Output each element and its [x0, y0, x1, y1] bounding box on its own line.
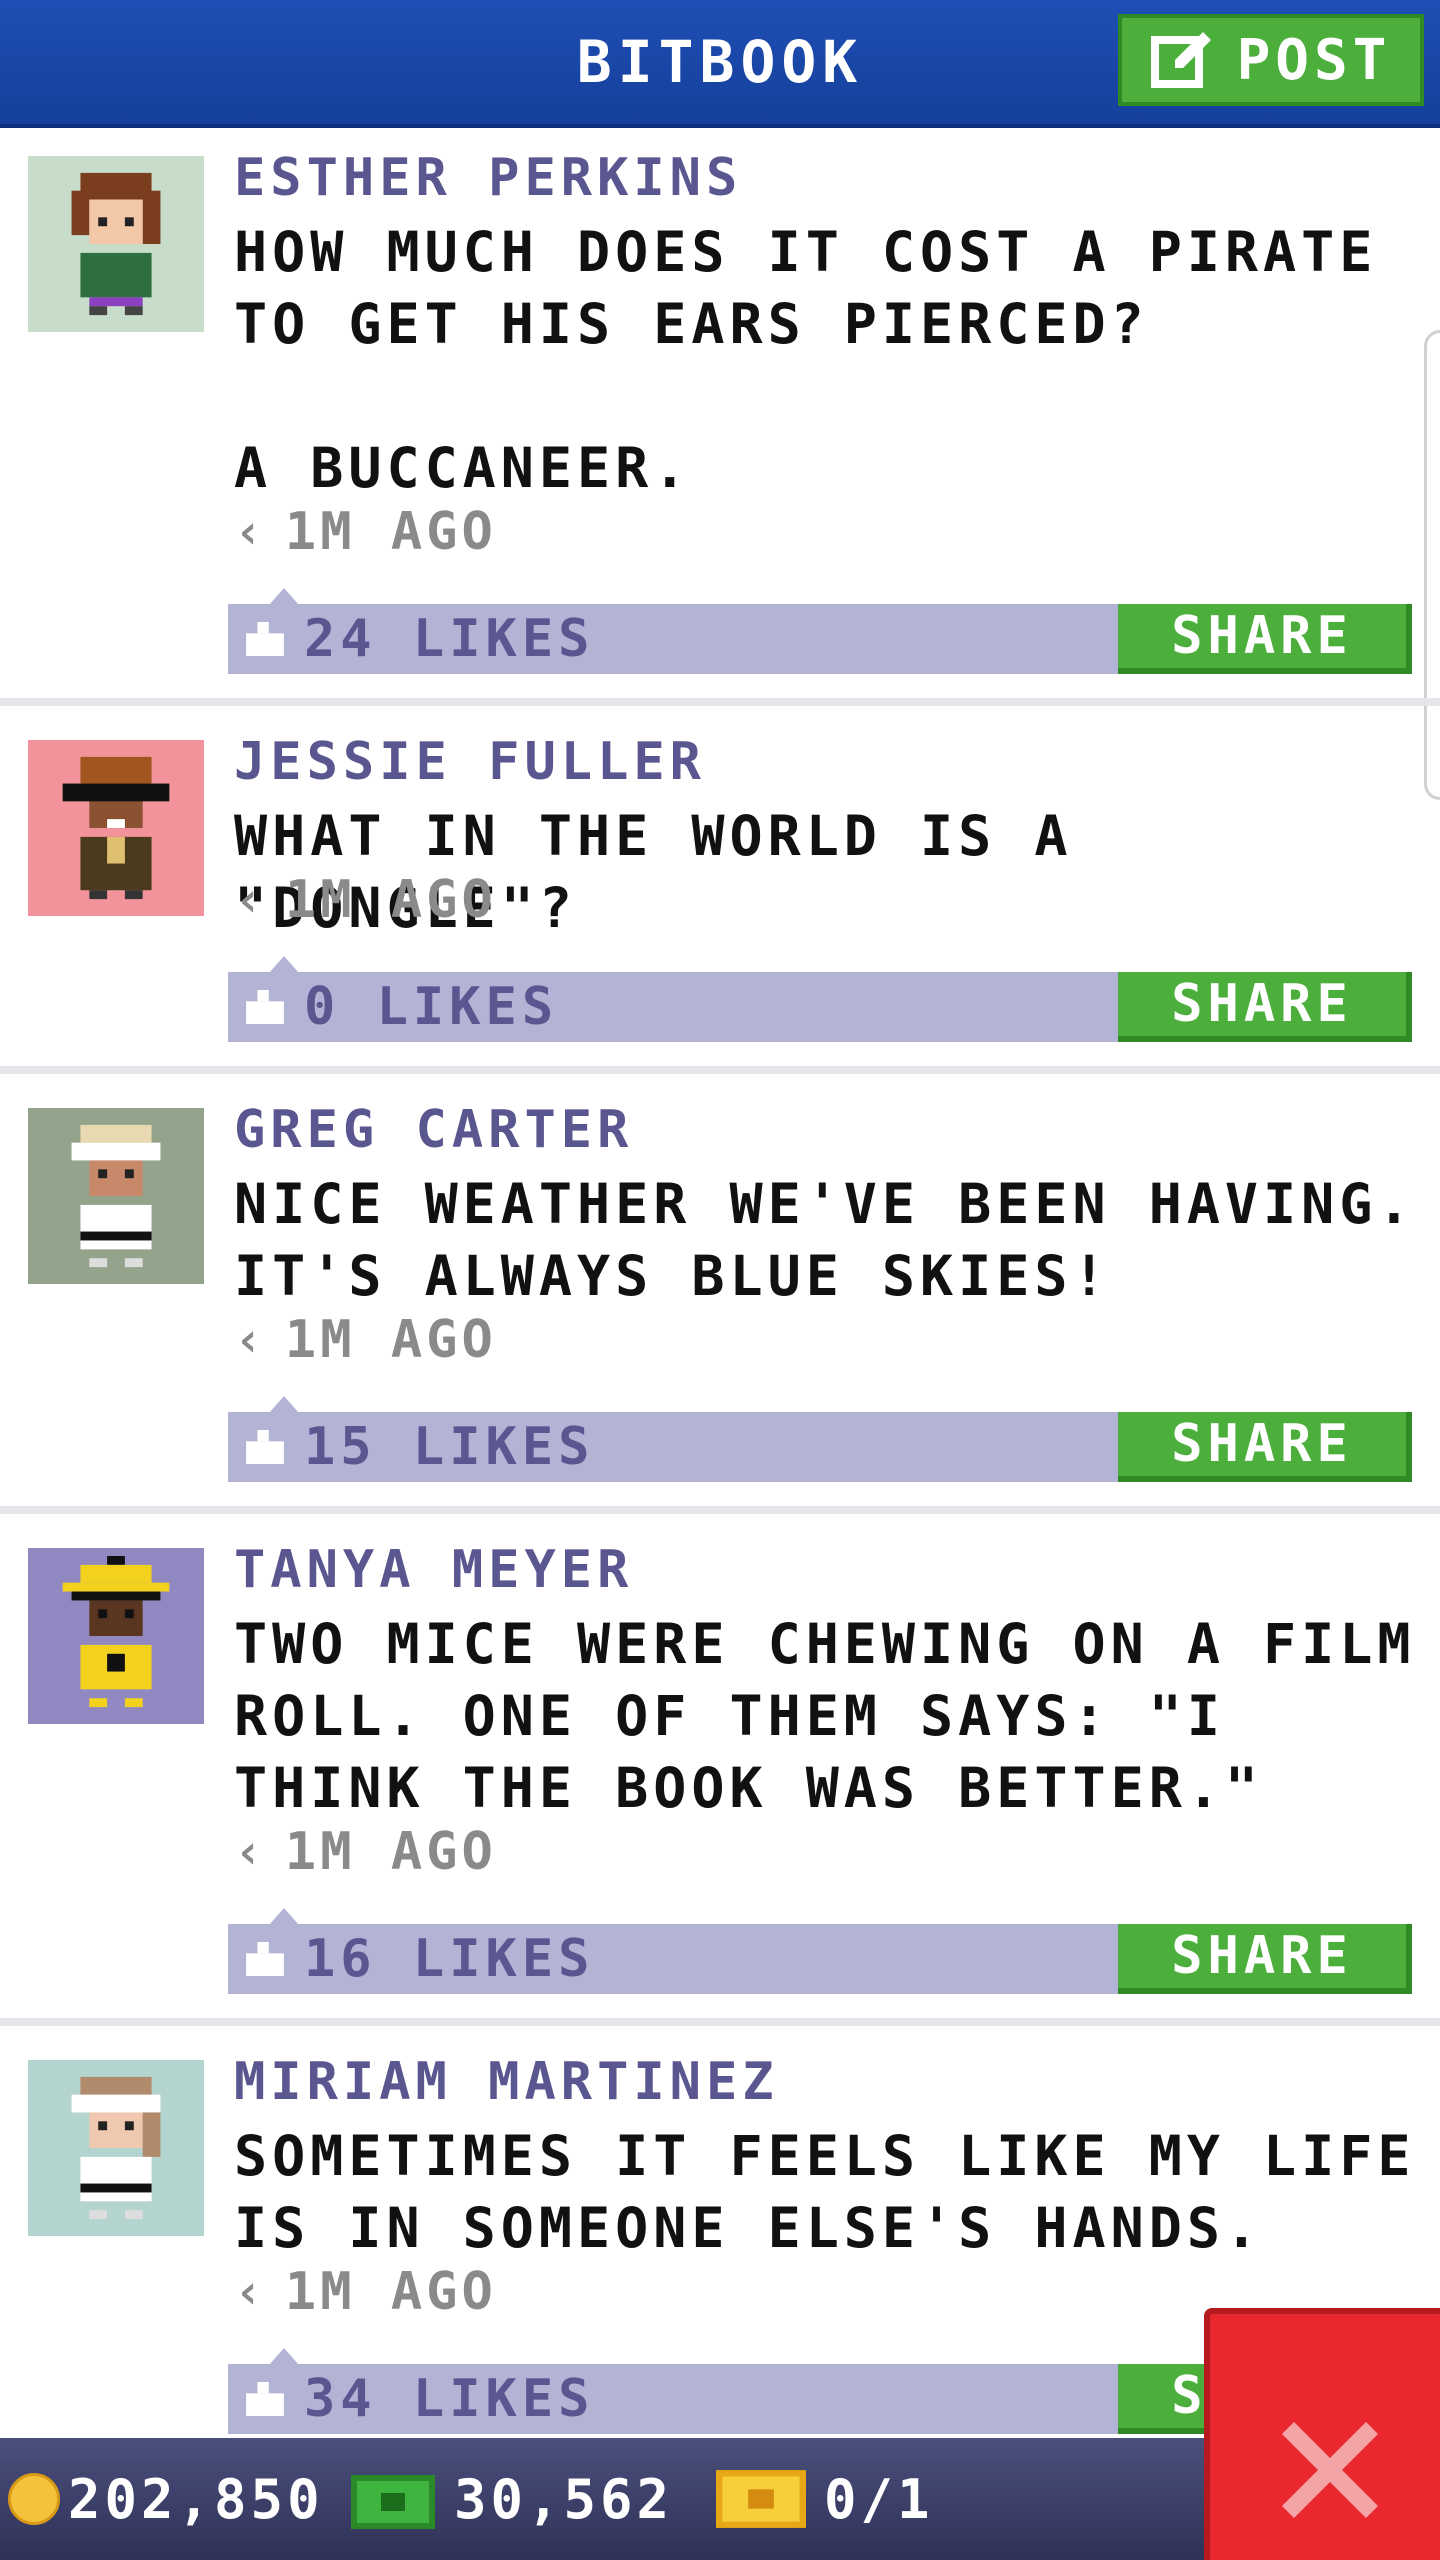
thumbs-up-icon[interactable]: [246, 622, 284, 656]
post-time-text: 1M AGO: [284, 1310, 497, 1370]
coins-stat: 202,850: [8, 2438, 324, 2560]
close-icon: [1282, 2422, 1378, 2518]
likes-count[interactable]: 0 LIKES: [304, 972, 558, 1042]
scroll-indicator[interactable]: [1424, 330, 1440, 800]
post-author[interactable]: TANYA MEYER: [234, 1540, 633, 1600]
post-author[interactable]: GREG CARTER: [234, 1100, 633, 1160]
thumbs-up-icon[interactable]: [246, 1430, 284, 1464]
post-time: ‹ 1M AGO: [234, 1310, 497, 1370]
chevron-left-icon: ‹: [234, 504, 267, 560]
ticket-icon: [716, 2470, 806, 2528]
divider: [0, 1506, 1440, 1514]
likes-count[interactable]: 24 LIKES: [304, 604, 594, 674]
post-button[interactable]: POST: [1118, 14, 1424, 106]
app-header: BITBOOK POST: [0, 0, 1440, 128]
like-bar: 0 LIKES SHARE: [228, 956, 1412, 1042]
chevron-left-icon: ‹: [234, 1824, 267, 1880]
avatar-image: [62, 756, 170, 900]
cash-value: 30,562: [454, 2467, 674, 2531]
post-message: NICE WEATHER WE'VE BEEN HAVING. IT'S ALW…: [234, 1172, 1416, 1308]
edit-icon: [1150, 32, 1211, 88]
avatar[interactable]: [28, 1548, 204, 1724]
chevron-left-icon: ‹: [234, 2264, 267, 2320]
divider: [0, 1066, 1440, 1074]
share-button[interactable]: SHARE: [1118, 604, 1412, 674]
post-time-text: 1M AGO: [284, 2262, 497, 2322]
avatar[interactable]: [28, 156, 204, 332]
avatar-image: [71, 1124, 161, 1268]
tickets-stat: 0/1: [716, 2438, 934, 2560]
post-time-text: 1M AGO: [284, 1822, 497, 1882]
post-author[interactable]: ESTHER PERKINS: [234, 148, 742, 208]
share-button[interactable]: SHARE: [1118, 972, 1412, 1042]
post-button-label: POST: [1236, 27, 1392, 93]
thumbs-up-icon[interactable]: [246, 1942, 284, 1976]
close-button[interactable]: [1204, 2308, 1440, 2560]
divider: [0, 698, 1440, 706]
divider: [0, 2018, 1440, 2026]
share-button[interactable]: SHARE: [1118, 1924, 1412, 1994]
avatar[interactable]: [28, 1108, 204, 1284]
cash-stat: 30,562: [350, 2438, 673, 2560]
post-time: ‹ 1M AGO: [234, 870, 497, 930]
avatar[interactable]: [28, 2060, 204, 2236]
chevron-left-icon: ‹: [234, 1312, 267, 1368]
post-time: ‹ 1M AGO: [234, 2262, 497, 2322]
coin-icon: [8, 2473, 60, 2525]
avatar[interactable]: [28, 740, 204, 916]
avatar-image: [71, 172, 161, 316]
chevron-left-icon: ‹: [234, 872, 267, 928]
post-message: TWO MICE WERE CHEWING ON A FILM ROLL. ON…: [234, 1612, 1416, 1820]
post-time: ‹ 1M AGO: [234, 502, 497, 562]
like-bar: 24 LIKES SHARE: [228, 588, 1412, 674]
avatar-image: [62, 1556, 170, 1708]
likes-count[interactable]: 34 LIKES: [304, 2364, 594, 2434]
cash-icon: [351, 2475, 435, 2529]
likes-count[interactable]: 15 LIKES: [304, 1412, 594, 1482]
post-author[interactable]: JESSIE FULLER: [234, 732, 706, 792]
post-time-text: 1M AGO: [284, 870, 497, 930]
likes-count[interactable]: 16 LIKES: [304, 1924, 594, 1994]
tickets-value: 0/1: [824, 2467, 934, 2531]
post-time-text: 1M AGO: [284, 502, 497, 562]
like-bar: 16 LIKES SHARE: [228, 1908, 1412, 1994]
coins-value: 202,850: [68, 2467, 324, 2531]
post-author[interactable]: MIRIAM MARTINEZ: [234, 2052, 779, 2112]
share-button[interactable]: SHARE: [1118, 1412, 1412, 1482]
like-bar: 15 LIKES SHARE: [228, 1396, 1412, 1482]
post-message: SOMETIMES IT FEELS LIKE MY LIFE IS IN SO…: [234, 2124, 1416, 2260]
thumbs-up-icon[interactable]: [246, 2382, 284, 2416]
avatar-image: [71, 2076, 161, 2220]
post-message: HOW MUCH DOES IT COST A PIRATE TO GET HI…: [234, 220, 1378, 500]
thumbs-up-icon[interactable]: [246, 990, 284, 1024]
post-time: ‹ 1M AGO: [234, 1822, 497, 1882]
